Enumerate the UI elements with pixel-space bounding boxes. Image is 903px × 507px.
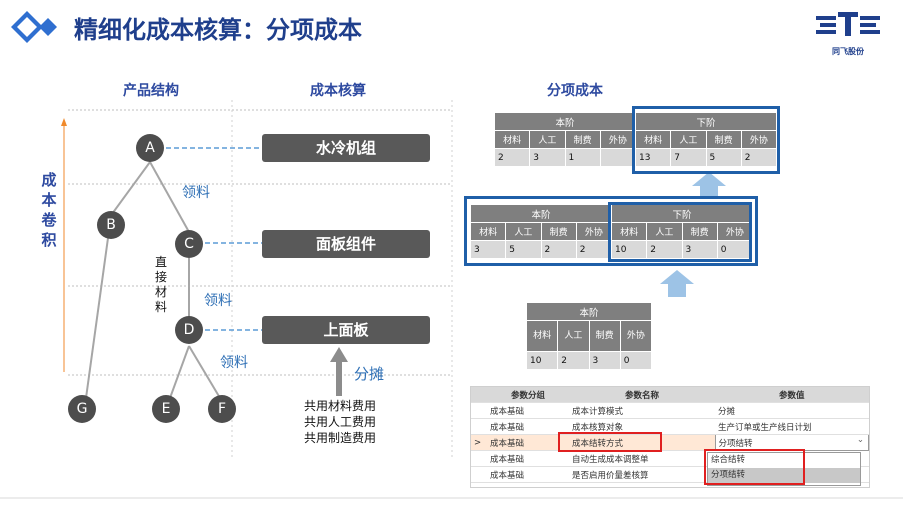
bar-upper-panel: 上面板 [262, 316, 430, 344]
col-group-this-level: 本阶 [526, 302, 652, 321]
param-group: 成本基础 [487, 434, 569, 451]
param-group: 成本基础 [487, 418, 569, 435]
node-e: E [152, 395, 180, 423]
param-name: 是否启用价量差核算 [569, 466, 715, 483]
col-header: 外协 [619, 320, 653, 352]
cost-rollup-label: 成本卷积 [41, 171, 57, 249]
param-col-value: 参数值 [715, 387, 869, 403]
col-header: 人工 [529, 130, 566, 149]
table-cell: 0 [619, 351, 653, 370]
highlight-frame-top [632, 106, 780, 174]
table-cell: 3 [588, 351, 621, 370]
table-cell: 1 [564, 148, 601, 167]
highlight-frame-mid-inner [608, 202, 752, 262]
table-cell: 2 [540, 240, 577, 259]
table-cell: 3 [469, 240, 507, 259]
table-cell: 2 [575, 240, 613, 259]
shared-material-cost: 共用材料费用 [303, 399, 376, 413]
heading-costing: 成本核算 [310, 83, 366, 99]
col-header: 材料 [493, 130, 531, 149]
col-header: 材料 [525, 320, 559, 352]
node-c: C [175, 230, 203, 258]
param-col-group: 参数分组 [487, 387, 569, 403]
heading-product-structure: 产品结构 [123, 83, 179, 99]
row-marker [471, 466, 487, 483]
param-row[interactable]: 成本基础 成本计算模式 分摊 [471, 402, 869, 419]
node-b: B [97, 211, 125, 239]
param-row[interactable]: 成本基础 成本核算对象 生产订单或生产线日计划 [471, 418, 869, 435]
col-header: 材料 [469, 222, 507, 241]
table-cell: 5 [505, 240, 542, 259]
param-group: 成本基础 [487, 450, 569, 467]
col-header: 外协 [575, 222, 613, 241]
table-cell [599, 148, 637, 167]
highlight-param-name [558, 432, 662, 452]
col-header: 制费 [540, 222, 577, 241]
row-marker [471, 402, 487, 419]
heading-item-cost: 分项成本 [547, 83, 603, 99]
col-group-this-level: 本阶 [470, 204, 612, 223]
row-marker [471, 418, 487, 435]
cost-table-bottom: 本阶 材料 人工 制费 外协 10 2 3 0 [525, 302, 653, 370]
col-header: 人工 [557, 320, 590, 352]
table-cell: 2 [557, 351, 590, 370]
param-value[interactable]: 分摊 [715, 402, 869, 419]
table-cell: 2 [493, 148, 531, 167]
highlight-dropdown [704, 449, 805, 485]
label-lingliao-1: 领料 [182, 185, 210, 201]
node-f: F [208, 395, 236, 423]
param-name: 自动生成成本调整单 [569, 450, 715, 467]
bar-water-cooling-unit: 水冷机组 [262, 134, 430, 162]
param-group: 成本基础 [487, 402, 569, 419]
shared-labor-cost: 共用人工费用 [303, 415, 376, 429]
col-header: 制费 [564, 130, 601, 149]
col-header: 制费 [588, 320, 621, 352]
col-group-this-level: 本阶 [494, 112, 636, 131]
param-row-selected[interactable]: > 成本基础 成本结转方式 分项结转 ⌄ [471, 434, 869, 451]
col-header: 人工 [505, 222, 542, 241]
param-name: 成本计算模式 [569, 402, 715, 419]
table-cell: 10 [525, 351, 559, 370]
table-cell: 3 [529, 148, 566, 167]
label-direct-material: 直接材料 [154, 255, 167, 314]
shared-overhead-cost: 共用制造费用 [303, 431, 376, 445]
col-header: 外协 [599, 130, 637, 149]
param-group: 成本基础 [487, 466, 569, 483]
label-allocate: 分摊 [354, 365, 385, 383]
node-d: D [175, 316, 203, 344]
chevron-down-icon[interactable]: ⌄ [857, 435, 864, 445]
node-a: A [136, 134, 164, 162]
bar-panel-assembly: 面板组件 [262, 230, 430, 258]
param-value[interactable]: 生产订单或生产线日计划 [715, 418, 869, 435]
select-value: 分项结转 [718, 438, 753, 449]
param-col-name: 参数名称 [569, 387, 715, 403]
row-marker [471, 450, 487, 467]
node-g: G [68, 395, 96, 423]
shared-costs-list: 共用材料费用 共用人工费用 共用制造费用 [295, 398, 385, 446]
label-lingliao-2: 领料 [204, 293, 232, 309]
row-marker: > [471, 434, 487, 451]
label-lingliao-3: 领料 [220, 355, 248, 371]
